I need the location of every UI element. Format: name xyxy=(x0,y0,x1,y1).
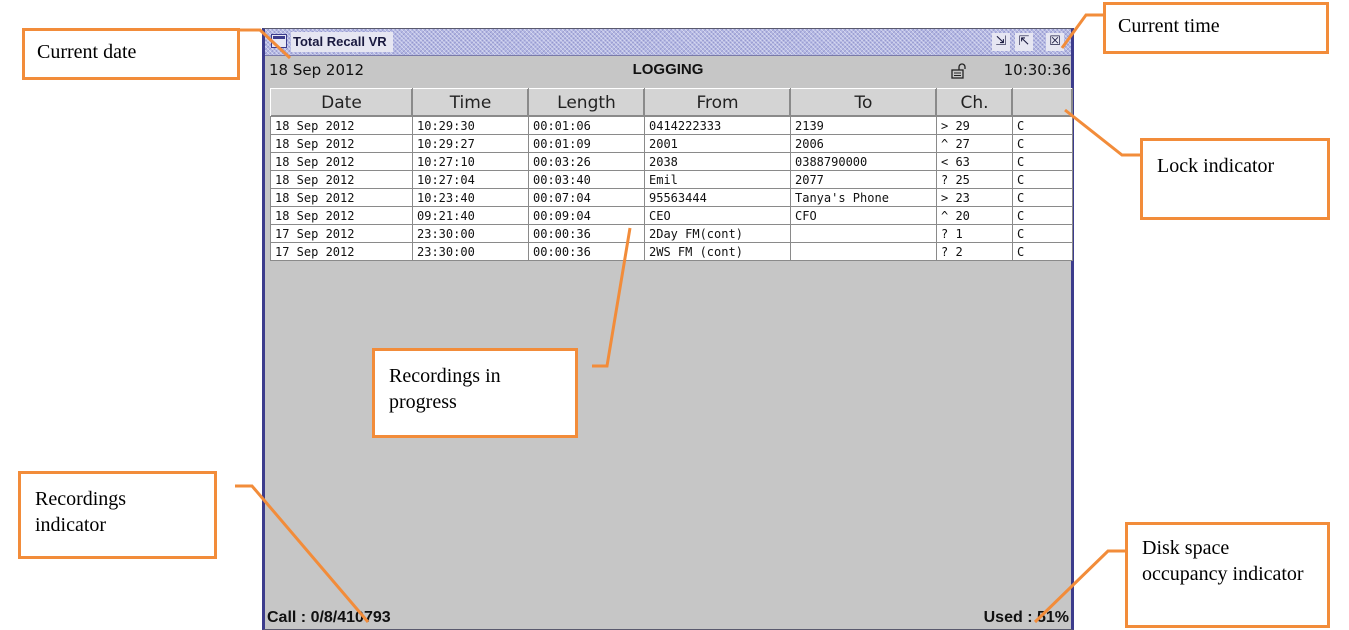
leader-lock-indicator xyxy=(1064,108,1140,157)
callout-lock-indicator: Lock indicator xyxy=(1140,138,1330,220)
cell-channel: ? 25 xyxy=(936,170,1013,189)
cell-time: 10:29:27 xyxy=(412,134,529,153)
column-header-time[interactable]: Time xyxy=(412,88,529,117)
window-title: Total Recall VR xyxy=(291,32,393,52)
cell-status: C xyxy=(1012,224,1073,243)
cell-date: 18 Sep 2012 xyxy=(270,152,413,171)
recordings-indicator: Call : 0/8/410793 xyxy=(267,609,391,626)
cell-status: C xyxy=(1012,242,1073,261)
cell-date: 18 Sep 2012 xyxy=(270,206,413,225)
cell-length: 00:01:06 xyxy=(528,116,645,135)
title-bar[interactable]: Total Recall VR ⇲ ⇱ ☒ xyxy=(265,29,1071,56)
column-header-channel[interactable]: Ch. xyxy=(936,88,1013,117)
cell-length: 00:03:26 xyxy=(528,152,645,171)
cell-status: C xyxy=(1012,170,1073,189)
cell-status: C xyxy=(1012,152,1073,171)
cell-to: CFO xyxy=(790,206,937,225)
cell-status: C xyxy=(1012,134,1073,153)
cell-time: 10:27:10 xyxy=(412,152,529,171)
callout-recordings-indicator: Recordings indicator xyxy=(18,471,217,559)
cell-to: Tanya's Phone xyxy=(790,188,937,207)
cell-length: 00:00:36 xyxy=(528,242,645,261)
callout-current-time-text: Current time xyxy=(1118,15,1220,37)
cell-channel: > 23 xyxy=(936,188,1013,207)
cell-time: 10:29:30 xyxy=(412,116,529,135)
lock-icon xyxy=(951,63,966,79)
callout-recordings-indicator-text: Recordings indicator xyxy=(35,488,127,536)
table-row[interactable]: 18 Sep 2012 10:27:04 00:03:40 Emil 2077 … xyxy=(270,170,1073,189)
cell-time: 10:23:40 xyxy=(412,188,529,207)
cell-from: 0414222333 xyxy=(644,116,791,135)
cell-length: 00:09:04 xyxy=(528,206,645,225)
callout-recordings-in-progress-text: Recordings in progress xyxy=(389,365,501,413)
cell-from: 2Day FM(cont) xyxy=(644,224,791,243)
callout-disk-space: Disk space occupancy indicator xyxy=(1125,522,1330,628)
cell-from: Emil xyxy=(644,170,791,189)
cell-channel: > 29 xyxy=(936,116,1013,135)
cell-to xyxy=(790,224,937,243)
table-row[interactable]: 18 Sep 2012 10:23:40 00:07:04 95563444 T… xyxy=(270,188,1073,207)
callout-recordings-in-progress: Recordings in progress xyxy=(372,348,578,438)
cell-time: 23:30:00 xyxy=(412,224,529,243)
table-row[interactable]: 17 Sep 2012 23:30:00 00:00:36 2Day FM(co… xyxy=(270,224,1073,243)
column-header-from[interactable]: From xyxy=(644,88,791,117)
total-recall-window: Total Recall VR ⇲ ⇱ ☒ 18 Sep 2012 LOGGIN… xyxy=(262,28,1074,630)
column-header-date[interactable]: Date xyxy=(270,88,413,117)
callout-current-date: Current date xyxy=(22,28,240,80)
cell-length: 00:07:04 xyxy=(528,188,645,207)
cell-time: 10:27:04 xyxy=(412,170,529,189)
column-header-length[interactable]: Length xyxy=(528,88,645,117)
cell-channel: ? 2 xyxy=(936,242,1013,261)
cell-time: 23:30:00 xyxy=(412,242,529,261)
callout-lock-indicator-text: Lock indicator xyxy=(1157,155,1275,177)
cell-from: 2WS FM (cont) xyxy=(644,242,791,261)
cell-channel: < 63 xyxy=(936,152,1013,171)
status-line: 18 Sep 2012 LOGGING 10:30:36 xyxy=(265,59,1071,83)
cell-channel: ^ 27 xyxy=(936,134,1013,153)
cell-date: 18 Sep 2012 xyxy=(270,116,413,135)
close-icon[interactable]: ☒ xyxy=(1046,33,1064,51)
cell-from: CEO xyxy=(644,206,791,225)
cell-to: 2077 xyxy=(790,170,937,189)
cell-length: 00:03:40 xyxy=(528,170,645,189)
app-window-icon xyxy=(271,34,287,48)
minimize-icon[interactable]: ⇲ xyxy=(992,33,1010,51)
cell-from: 95563444 xyxy=(644,188,791,207)
cell-to: 2006 xyxy=(790,134,937,153)
table-row[interactable]: 18 Sep 2012 09:21:40 00:09:04 CEO CFO ^ … xyxy=(270,206,1073,225)
cell-channel: ? 1 xyxy=(936,224,1013,243)
cell-to xyxy=(790,242,937,261)
cell-to: 2139 xyxy=(790,116,937,135)
cell-status: C xyxy=(1012,116,1073,135)
callout-current-date-text: Current date xyxy=(37,41,137,63)
cell-date: 18 Sep 2012 xyxy=(270,134,413,153)
table-row[interactable]: 18 Sep 2012 10:29:30 00:01:06 0414222333… xyxy=(270,116,1073,135)
cell-date: 18 Sep 2012 xyxy=(270,188,413,207)
table-row[interactable]: 18 Sep 2012 10:29:27 00:01:09 2001 2006 … xyxy=(270,134,1073,153)
cell-status: C xyxy=(1012,206,1073,225)
cell-from: 2001 xyxy=(644,134,791,153)
cell-status: C xyxy=(1012,188,1073,207)
callout-disk-space-text: Disk space occupancy indicator xyxy=(1142,537,1304,585)
cell-date: 17 Sep 2012 xyxy=(270,224,413,243)
table-row[interactable]: 17 Sep 2012 23:30:00 00:00:36 2WS FM (co… xyxy=(270,242,1073,261)
cell-length: 00:01:09 xyxy=(528,134,645,153)
table-row[interactable]: 18 Sep 2012 10:27:10 00:03:26 2038 03887… xyxy=(270,152,1073,171)
cell-to: 0388790000 xyxy=(790,152,937,171)
cell-date: 17 Sep 2012 xyxy=(270,242,413,261)
status-footer: Call : 0/8/410793 Used : 51% xyxy=(265,601,1071,627)
cell-from: 2038 xyxy=(644,152,791,171)
column-header-to[interactable]: To xyxy=(790,88,937,117)
maximize-icon[interactable]: ⇱ xyxy=(1015,33,1033,51)
callout-current-time: Current time xyxy=(1103,2,1329,54)
recordings-table: Date Time Length From To Ch. 18 Sep 2012… xyxy=(270,88,1073,278)
column-header-status[interactable] xyxy=(1012,88,1073,117)
disk-usage-indicator: Used : 51% xyxy=(983,609,1069,626)
current-time: 10:30:36 xyxy=(1003,61,1071,79)
cell-date: 18 Sep 2012 xyxy=(270,170,413,189)
cell-channel: ^ 20 xyxy=(936,206,1013,225)
cell-length: 00:00:36 xyxy=(528,224,645,243)
table-header-row: Date Time Length From To Ch. xyxy=(270,88,1073,117)
cell-time: 09:21:40 xyxy=(412,206,529,225)
